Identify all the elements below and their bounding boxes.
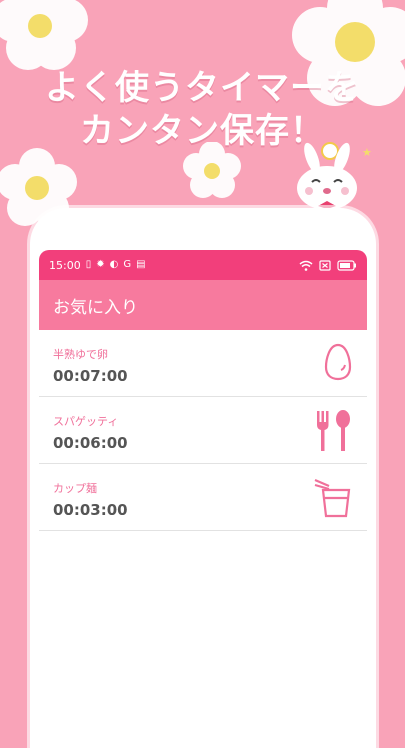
- data-saver-icon: ◐: [109, 259, 119, 270]
- egg-icon: [324, 343, 352, 381]
- calendar-icon: ▤: [136, 259, 146, 270]
- wifi-icon: [299, 260, 313, 271]
- page-title: お気に入り: [53, 297, 138, 318]
- settings-gear-icon: ✹: [96, 259, 105, 270]
- headline-line-1: よく使うタイマーを: [45, 68, 360, 108]
- fork-spoon-icon: [317, 410, 350, 451]
- status-time: 15:00: [49, 258, 81, 272]
- no-sim-icon: [319, 259, 331, 271]
- battery-icon: [337, 259, 356, 271]
- favorite-item[interactable]: スパゲッティ 00:06:00: [39, 397, 367, 464]
- favorite-time: 00:07:00: [53, 367, 128, 385]
- app-bar: お気に入り: [39, 280, 367, 330]
- google-icon: G: [123, 259, 132, 270]
- favorite-item[interactable]: 半熟ゆで卵 00:07:00: [39, 330, 367, 397]
- app-screen: 15:00 ▯ ✹ ◐ G ▤ お気に入り 半熟ゆで卵 00:07:00 スパゲ…: [39, 250, 367, 720]
- vibrate-icon: ▯: [85, 259, 92, 270]
- status-bar: 15:00 ▯ ✹ ◐ G ▤: [39, 250, 367, 280]
- cup-noodle-icon: [314, 478, 351, 518]
- headline-line-2: カンタン保存！: [80, 111, 325, 151]
- favorite-item[interactable]: カップ麺 00:03:00: [39, 464, 367, 531]
- favorite-name: 半熟ゆで卵: [53, 348, 108, 361]
